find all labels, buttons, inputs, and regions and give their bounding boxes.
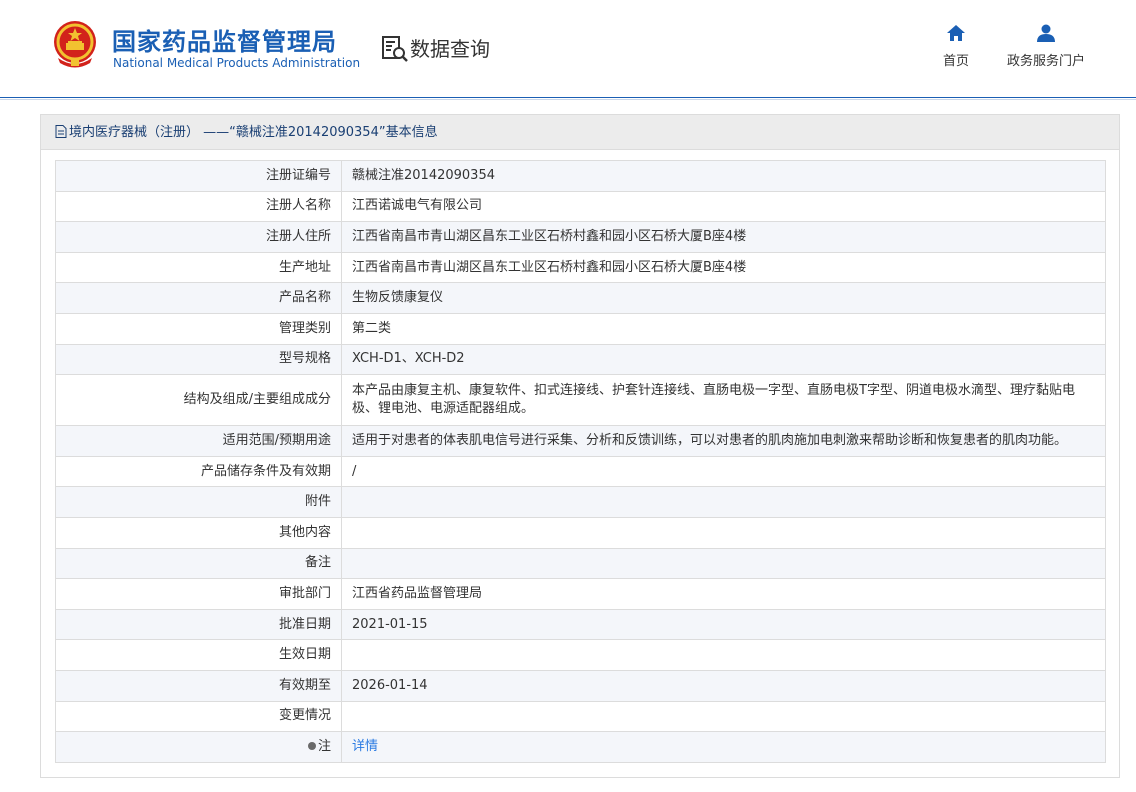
- row-value: [341, 486, 1106, 518]
- row-value: [341, 547, 1106, 580]
- row-label: 注册证编号: [55, 160, 342, 192]
- row-label: 备注: [55, 547, 342, 580]
- section-title: 数据查询: [410, 37, 490, 61]
- details-link[interactable]: 详情: [352, 739, 378, 754]
- row-value: 本产品由康复主机、康复软件、扣式连接线、护套针连接线、直肠电极一字型、直肠电极T…: [341, 374, 1106, 427]
- table-row: 注册人名称 江西诺诚电气有限公司: [55, 190, 1106, 223]
- row-label: 审批部门: [55, 578, 342, 610]
- row-label: 生产地址: [55, 251, 342, 284]
- table-row: 生效日期: [55, 639, 1106, 671]
- row-label: 附件: [55, 486, 342, 518]
- note-pin-icon: [307, 741, 316, 750]
- table-row: 管理类别 第二类: [55, 312, 1106, 345]
- table-row: 注册人住所 江西省南昌市青山湖区昌东工业区石桥村鑫和园小区石桥大厦B座4楼: [55, 221, 1106, 253]
- user-icon: [1037, 24, 1055, 42]
- row-label: 批准日期: [55, 608, 342, 641]
- row-value: 生物反馈康复仪: [341, 282, 1106, 314]
- row-label: 产品储存条件及有效期: [55, 455, 342, 488]
- table-row: 产品名称 生物反馈康复仪: [55, 282, 1106, 314]
- row-value: [341, 700, 1106, 733]
- row-value: 适用于对患者的体表肌电信号进行采集、分析和反馈训练，可以对患者的肌肉施加电刺激来…: [341, 425, 1106, 457]
- row-label: 管理类别: [55, 312, 342, 345]
- table-row: 其他内容: [55, 516, 1106, 549]
- row-value: 江西省南昌市青山湖区昌东工业区石桥村鑫和园小区石桥大厦B座4楼: [341, 221, 1106, 253]
- row-label: 产品名称: [55, 282, 342, 314]
- table-row: 注册证编号 赣械注准20142090354: [55, 160, 1106, 192]
- panel-header: 境内医疗器械（注册） ——“赣械注准20142090354”基本信息: [41, 115, 1119, 150]
- panel-title: 境内医疗器械（注册） ——“赣械注准20142090354”基本信息: [69, 125, 438, 140]
- table-row: 生产地址 江西省南昌市青山湖区昌东工业区石桥村鑫和园小区石桥大厦B座4楼: [55, 251, 1106, 284]
- site-header: 国家药品监督管理局 National Medical Products Admi…: [0, 0, 1136, 98]
- agency-name-en: National Medical Products Administration: [113, 56, 361, 70]
- row-value: /: [341, 455, 1106, 488]
- document-icon: [55, 125, 67, 138]
- row-value: 第二类: [341, 312, 1106, 345]
- row-label: 有效期至: [55, 669, 342, 702]
- row-value: 2026-01-14: [341, 669, 1106, 702]
- row-label: 结构及组成/主要组成成分: [55, 374, 342, 427]
- row-value: 赣械注准20142090354: [341, 160, 1106, 192]
- table-row: 批准日期 2021-01-15: [55, 608, 1106, 641]
- table-row: 结构及组成/主要组成成分 本产品由康复主机、康复软件、扣式连接线、护套针连接线、…: [55, 374, 1106, 427]
- national-emblem-icon: [54, 21, 96, 68]
- note-label-cell: 注: [55, 731, 342, 763]
- header-divider: [0, 99, 1136, 100]
- row-label: 注册人名称: [55, 190, 342, 223]
- row-value: 2021-01-15: [341, 608, 1106, 641]
- data-query-icon: [382, 36, 408, 62]
- nav-home-label: 首页: [942, 54, 969, 69]
- row-value: 江西诺诚电气有限公司: [341, 190, 1106, 223]
- row-value: 江西省药品监督管理局: [341, 578, 1106, 610]
- row-label: 变更情况: [55, 700, 342, 733]
- detail-panel: 境内医疗器械（注册） ——“赣械注准20142090354”基本信息 注册证编号…: [40, 114, 1120, 778]
- table-row: 审批部门 江西省药品监督管理局: [55, 578, 1106, 610]
- row-value: 江西省南昌市青山湖区昌东工业区石桥村鑫和园小区石桥大厦B座4楼: [341, 251, 1106, 284]
- agency-name-cn: 国家药品监督管理局: [112, 28, 337, 56]
- nav-portal-label: 政务服务门户: [1006, 54, 1085, 69]
- table-row: 有效期至 2026-01-14: [55, 669, 1106, 702]
- row-value: XCH-D1、XCH-D2: [341, 343, 1106, 376]
- row-value: [341, 516, 1106, 549]
- row-label: 注: [317, 738, 331, 754]
- row-label: 其他内容: [55, 516, 342, 549]
- table-row: 注 详情: [55, 731, 1106, 763]
- table-row: 变更情况: [55, 700, 1106, 733]
- table-row: 适用范围/预期用途 适用于对患者的体表肌电信号进行采集、分析和反馈训练，可以对患…: [55, 425, 1106, 457]
- home-icon: [947, 25, 965, 41]
- nav-service-portal[interactable]: 政务服务门户: [1003, 24, 1089, 69]
- info-table: 注册证编号 赣械注准20142090354 注册人名称 江西诺诚电气有限公司 注…: [55, 160, 1106, 763]
- table-row: 型号规格 XCH-D1、XCH-D2: [55, 343, 1106, 376]
- table-row: 产品储存条件及有效期 /: [55, 455, 1106, 488]
- table-row: 附件: [55, 486, 1106, 518]
- row-label: 生效日期: [55, 639, 342, 671]
- row-label: 注册人住所: [55, 221, 342, 253]
- row-label: 适用范围/预期用途: [55, 425, 342, 457]
- nav-home[interactable]: 首页: [938, 24, 974, 69]
- row-value: 详情: [341, 731, 1106, 763]
- table-row: 备注: [55, 547, 1106, 580]
- row-value: [341, 639, 1106, 671]
- row-label: 型号规格: [55, 343, 342, 376]
